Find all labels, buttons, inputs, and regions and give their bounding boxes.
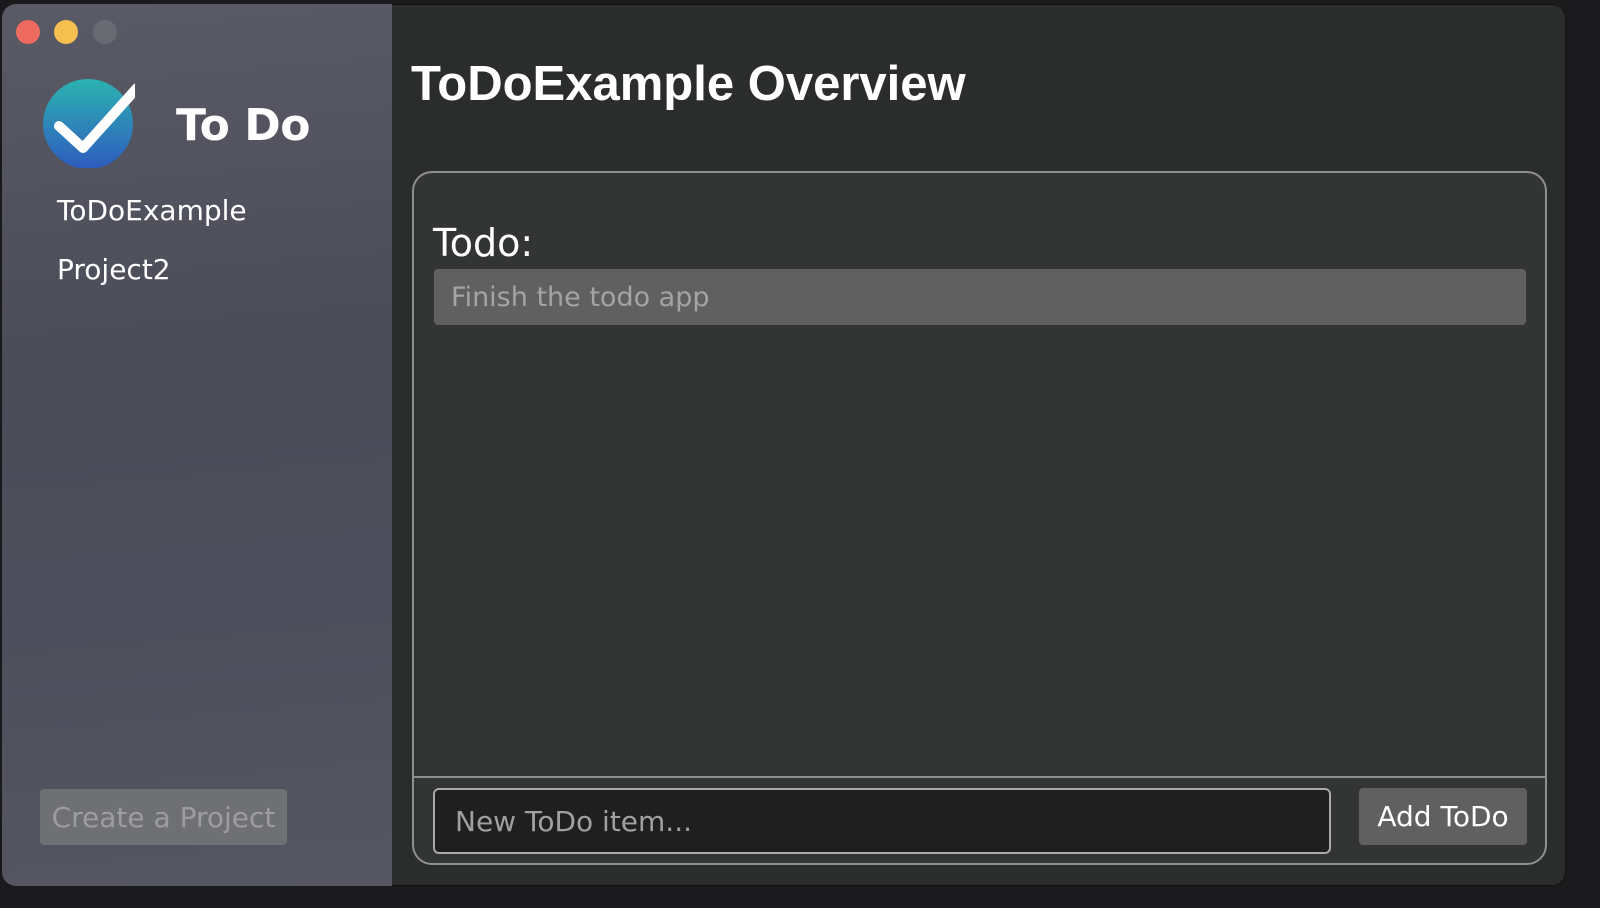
todo-section-label: Todo:	[433, 221, 534, 265]
add-todo-button[interactable]: Add ToDo	[1359, 788, 1527, 845]
app-window: To Do ToDoExample Project2 Create a Proj…	[2, 4, 1566, 886]
new-todo-input[interactable]	[433, 788, 1331, 854]
create-project-button[interactable]: Create a Project	[40, 789, 287, 845]
maximize-window-button[interactable]	[93, 20, 117, 44]
sidebar: To Do ToDoExample Project2 Create a Proj…	[2, 4, 392, 886]
checkmark-circle-icon	[43, 79, 135, 168]
minimize-window-button[interactable]	[54, 20, 78, 44]
sidebar-item-project2[interactable]: Project2	[57, 253, 171, 286]
sidebar-item-todoexample[interactable]: ToDoExample	[57, 194, 247, 227]
close-window-button[interactable]	[16, 20, 40, 44]
app-title: To Do	[176, 100, 310, 151]
todo-panel: Todo: Finish the todo app Add ToDo	[412, 171, 1547, 865]
page-title: ToDoExample Overview	[411, 57, 966, 111]
todo-item[interactable]: Finish the todo app	[434, 269, 1526, 325]
panel-divider	[414, 776, 1545, 778]
